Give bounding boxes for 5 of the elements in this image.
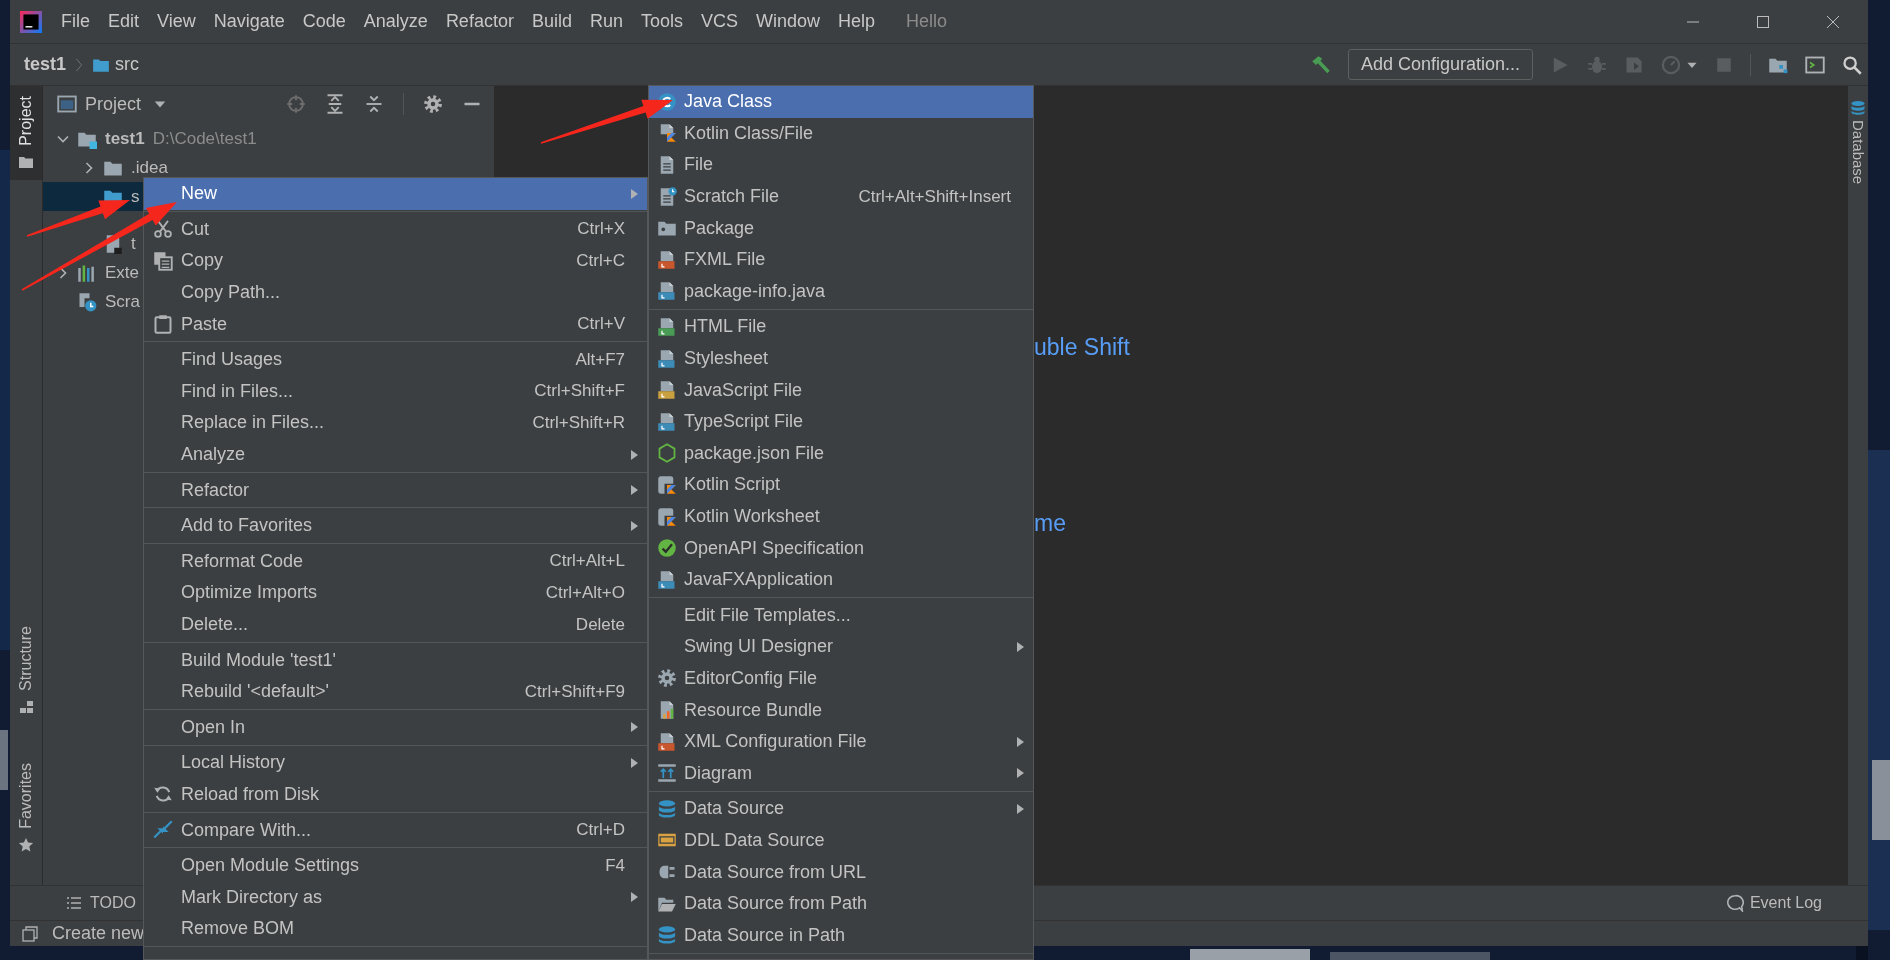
tree-item-path: D:\Code\test1 <box>152 128 257 149</box>
hint-text: me <box>1034 509 1067 538</box>
hint-text: uble Shift <box>1034 333 1131 362</box>
status-message: Create new <box>52 923 145 944</box>
project-name: Hello <box>906 11 948 32</box>
